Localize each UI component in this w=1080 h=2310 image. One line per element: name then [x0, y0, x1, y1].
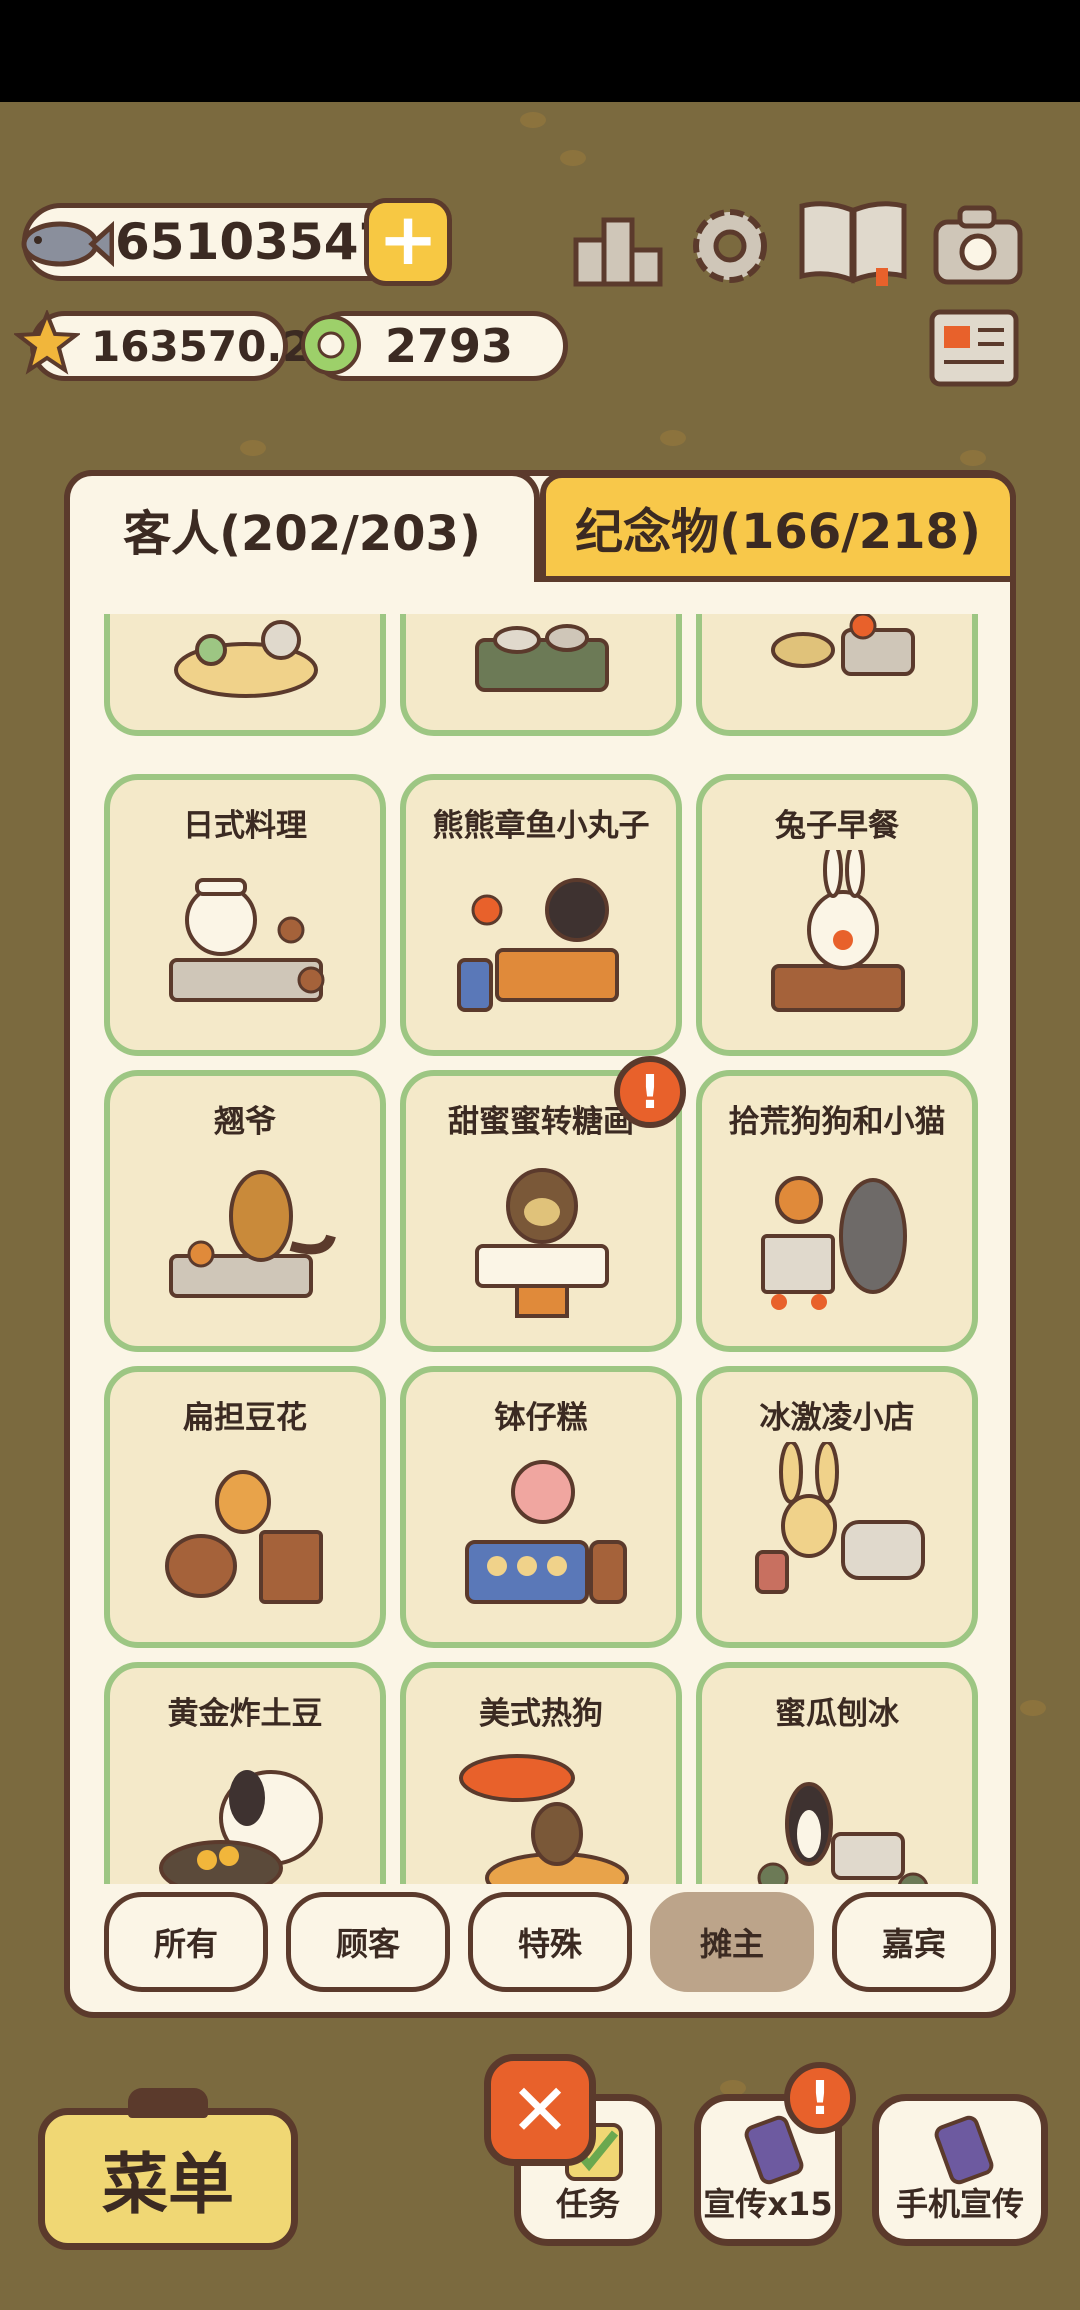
tab-souvenirs-label: 纪念物(166/218) [575, 504, 981, 560]
guest-illustration [457, 878, 619, 1012]
guest-card[interactable]: 蜜瓜刨冰 [696, 1662, 978, 1884]
guest-card[interactable]: 兔子早餐 [696, 774, 978, 1056]
filter-stall-owners-button[interactable]: 摊主 [650, 1892, 814, 1992]
phone-promote-button[interactable]: 手机宣传 [872, 2094, 1048, 2246]
guest-card-title: 日式料理 [183, 808, 307, 844]
clipboard-clip-icon [128, 2088, 208, 2118]
guest-card[interactable] [104, 614, 386, 736]
guest-illustration [165, 1470, 323, 1604]
guest-card[interactable]: 熊熊章鱼小丸子 [400, 774, 682, 1056]
guest-illustration [465, 1460, 627, 1604]
guest-illustration [169, 1170, 336, 1298]
leaf-decoration [520, 112, 546, 128]
guest-card-grid[interactable]: 日式料理 熊熊章鱼小丸子 兔子早餐 翘爷 甜蜜蜜转糖画 拾荒狗狗和小猫 扁担豆花… [96, 614, 984, 1884]
filter-all-button[interactable]: 所有 [104, 1892, 268, 1992]
guest-illustration [771, 850, 905, 1012]
leaf-decoration [560, 150, 586, 166]
guest-illustration [459, 1754, 629, 1884]
guest-illustration [174, 620, 318, 698]
guest-card-title: 美式热狗 [479, 1696, 603, 1732]
guest-card[interactable]: 日式料理 [104, 774, 386, 1056]
guest-card[interactable]: 冰激凌小店 [696, 1366, 978, 1648]
leaf-decoration [240, 440, 266, 456]
guest-illustration [757, 1782, 928, 1884]
guest-card-title: 扁担豆花 [183, 1400, 307, 1436]
guest-card[interactable]: 美式热狗 [400, 1662, 682, 1884]
guest-card-title: 冰激凌小店 [759, 1400, 915, 1436]
guest-card-title: 兔子早餐 [775, 808, 899, 844]
filter-vip-label: 嘉宾 [881, 1925, 946, 1963]
guest-illustration [771, 614, 915, 676]
filter-vip-button[interactable]: 嘉宾 [832, 1892, 996, 1992]
guest-card[interactable]: 钵仔糕 [400, 1366, 682, 1648]
gear-icon[interactable] [684, 200, 776, 292]
guest-card-title: 钵仔糕 [494, 1400, 588, 1436]
phone-icon [934, 2115, 994, 2185]
phone-promote-button-label: 手机宣传 [895, 2185, 1024, 2223]
filter-stall-owners-label: 摊主 [699, 1925, 764, 1963]
camera-icon[interactable] [930, 200, 1026, 290]
tab-guests[interactable]: 客人(202/203) [64, 470, 540, 582]
menu-button[interactable]: 菜单 [38, 2108, 298, 2250]
alert-badge: ! [784, 2062, 856, 2134]
tab-guests-label: 客人(202/203) [123, 506, 481, 562]
status-bar [0, 0, 1080, 102]
leaderboard-icon[interactable] [572, 210, 664, 288]
promote-button-label: 宣传x15 [703, 2185, 833, 2223]
coin-count: 2793 [385, 319, 514, 373]
star-count: 163570.2 [91, 321, 312, 371]
alert-badge: ! [614, 1056, 686, 1128]
filter-all-label: 所有 [153, 1925, 218, 1963]
guest-card[interactable]: 扁担豆花 [104, 1366, 386, 1648]
guest-card-title: 黄金炸土豆 [167, 1696, 323, 1732]
guest-illustration [475, 1168, 609, 1318]
guest-card-title: 熊熊章鱼小丸子 [432, 808, 650, 844]
guest-card[interactable]: 拾荒狗狗和小猫 [696, 1070, 978, 1352]
fish-icon [21, 220, 114, 268]
guest-card[interactable]: 翘爷 [104, 1070, 386, 1352]
guest-illustration [755, 1442, 925, 1594]
tab-souvenirs[interactable]: 纪念物(166/218) [540, 472, 1016, 582]
guest-card[interactable] [400, 614, 682, 736]
guest-card[interactable]: 黄金炸土豆 [104, 1662, 386, 1884]
tasks-button-label: 任务 [555, 2185, 620, 2223]
filter-customers-button[interactable]: 顾客 [286, 1892, 450, 1992]
leaf-decoration [660, 430, 686, 446]
coin-icon [301, 315, 361, 375]
leaf-decoration [1020, 1700, 1046, 1716]
guest-card-title: 拾荒狗狗和小猫 [728, 1104, 946, 1140]
leaf-decoration [960, 450, 986, 466]
guest-illustration [159, 1770, 323, 1884]
close-button[interactable]: ✕ [484, 2054, 596, 2166]
add-fish-button[interactable]: + [364, 198, 452, 286]
filter-special-button[interactable]: 特殊 [468, 1892, 632, 1992]
menu-button-label: 菜单 [102, 2146, 234, 2223]
guest-card-title: 蜜瓜刨冰 [775, 1696, 899, 1732]
guest-card[interactable] [696, 614, 978, 736]
filter-special-label: 特殊 [517, 1925, 582, 1963]
filter-customers-label: 顾客 [335, 1925, 400, 1963]
newspaper-icon[interactable] [926, 306, 1022, 392]
guest-card-title: 翘爷 [214, 1104, 276, 1140]
fish-count: 65103547 [115, 213, 394, 271]
guest-illustration [475, 624, 609, 692]
guest-illustration [169, 878, 325, 1002]
star-icon [14, 310, 80, 375]
guide-book-icon[interactable] [796, 196, 910, 288]
guest-illustration [761, 1176, 907, 1310]
